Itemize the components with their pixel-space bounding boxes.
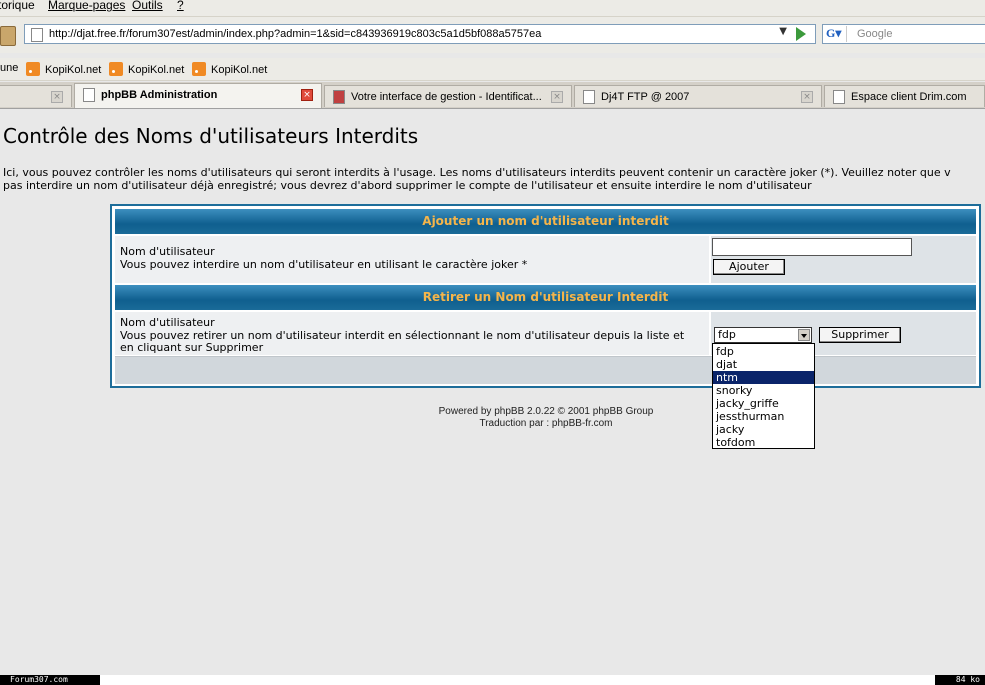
bookmark-label: KopiKol.net	[211, 64, 268, 76]
powered-by: Powered by phpBB 2.0.22 © 2001 phpBB Gro…	[0, 406, 985, 430]
remove-help-text: en cliquant sur Supprimer	[120, 341, 264, 354]
rss-icon	[192, 62, 206, 76]
translation-credit: Traduction par : phpBB-fr.com	[479, 418, 613, 429]
address-bar[interactable]: http://djat.free.fr/forum307est/admin/in…	[24, 24, 816, 44]
username-label: Nom d'utilisateur	[120, 245, 215, 258]
rss-icon	[26, 62, 40, 76]
close-icon[interactable]: ×	[51, 91, 63, 103]
close-icon[interactable]: ×	[301, 89, 313, 101]
page-icon	[31, 28, 43, 42]
menu-item-history[interactable]: torique	[0, 0, 35, 12]
status-bar: Forum307.com 84 ko	[0, 675, 985, 685]
menu-item-bookmarks[interactable]: Marque-pages	[48, 0, 125, 12]
disallow-username-input[interactable]	[712, 238, 912, 256]
home-icon[interactable]	[0, 26, 16, 46]
disallowed-username-select[interactable]: fdp	[714, 327, 812, 343]
username-dropdown-list: fdp djat ntm snorky jacky_griffe jessthu…	[712, 343, 815, 449]
go-button[interactable]	[794, 26, 808, 42]
intro-line: pas interdire un nom d'utilisateur déjà …	[3, 179, 812, 192]
page-icon	[83, 88, 95, 102]
bookmark-kopikol-3[interactable]: KopiKol.net	[192, 62, 267, 76]
add-section-header: Ajouter un nom d'utilisateur interdit	[115, 209, 976, 234]
chevron-down-icon[interactable]: ▼	[779, 26, 787, 37]
google-icon[interactable]: G▾	[826, 26, 847, 42]
username-label: Nom d'utilisateur	[120, 316, 215, 329]
form-footer-row	[115, 356, 976, 384]
status-size: 84 ko	[935, 675, 985, 685]
page-title: Contrôle des Noms d'utilisateurs Interdi…	[3, 124, 419, 148]
dropdown-option[interactable]: tofdom	[713, 436, 814, 449]
close-icon[interactable]: ×	[801, 91, 813, 103]
bookmark-une[interactable]: une	[0, 62, 18, 74]
dropdown-option[interactable]: djat	[713, 358, 814, 371]
chevron-down-icon[interactable]	[798, 329, 810, 341]
page-content: Contrôle des Noms d'utilisateurs Interdi…	[0, 110, 985, 675]
close-icon[interactable]: ×	[551, 91, 563, 103]
bookmark-kopikol-2[interactable]: KopiKol.net	[109, 62, 184, 76]
bookmark-label: KopiKol.net	[128, 64, 185, 76]
tab-phpbb-administration[interactable]: phpBB Administration ×	[74, 83, 322, 108]
page-intro: Ici, vous pouvez contrôler les noms d'ut…	[3, 166, 985, 192]
tab-espace-client[interactable]: Espace client Drim.com	[824, 85, 985, 107]
menu-item-tools[interactable]: Outils	[132, 0, 163, 12]
add-button[interactable]: Ajouter	[713, 259, 785, 275]
dropdown-option[interactable]: jacky_griffe	[713, 397, 814, 410]
search-placeholder: Google	[857, 28, 893, 40]
intro-line: Ici, vous pouvez contrôler les noms d'ut…	[3, 166, 951, 179]
menu-bar: torique Marque-pages Outils ?	[0, 0, 985, 17]
url-text: http://djat.free.fr/forum307est/admin/in…	[49, 28, 542, 40]
tab-bar: × phpBB Administration × Votre interface…	[0, 82, 985, 109]
disallow-form-table: Ajouter un nom d'utilisateur interdit No…	[110, 204, 981, 388]
tab-label: Espace client Drim.com	[851, 91, 967, 103]
tab-interface-gestion[interactable]: Votre interface de gestion - Identificat…	[324, 85, 572, 107]
menu-item-help[interactable]: ?	[177, 0, 184, 12]
navigation-toolbar: http://djat.free.fr/forum307est/admin/in…	[0, 17, 985, 53]
rss-icon	[109, 62, 123, 76]
status-text: Forum307.com	[0, 675, 100, 685]
page-icon	[583, 90, 595, 104]
tab-dj4t-ftp[interactable]: Dj4T FTP @ 2007 ×	[574, 85, 822, 107]
bookmarks-toolbar: une KopiKol.net KopiKol.net KopiKol.net	[0, 58, 985, 81]
add-help-text: Vous pouvez interdire un nom d'utilisate…	[120, 257, 528, 271]
bookmark-kopikol-1[interactable]: KopiKol.net	[26, 62, 101, 76]
page-icon	[333, 90, 345, 104]
tab-label: Votre interface de gestion - Identificat…	[351, 91, 542, 103]
tab-label: phpBB Administration	[101, 89, 218, 101]
tab-label: Dj4T FTP @ 2007	[601, 91, 690, 103]
bookmark-label: KopiKol.net	[45, 64, 102, 76]
powered-text: Powered by phpBB 2.0.22 © 2001 phpBB Gro…	[438, 406, 654, 417]
add-username-label-cell: Nom d'utilisateur Vous pouvez interdire …	[115, 236, 709, 283]
dropdown-option[interactable]: snorky	[713, 384, 814, 397]
dropdown-option-highlighted[interactable]: ntm	[713, 371, 814, 384]
dropdown-option[interactable]: fdp	[713, 345, 814, 358]
remove-section-header: Retirer un Nom d'utilisateur Interdit	[115, 285, 976, 310]
remove-username-label-cell: Nom d'utilisateur Vous pouvez retirer un…	[115, 312, 709, 355]
select-value: fdp	[718, 328, 736, 341]
dropdown-option[interactable]: jessthurman	[713, 410, 814, 423]
search-input[interactable]: G▾ Google	[822, 24, 985, 44]
page-icon	[833, 90, 845, 104]
delete-button[interactable]: Supprimer	[819, 327, 901, 343]
dropdown-option[interactable]: jacky	[713, 423, 814, 436]
tab-previous[interactable]: ×	[0, 85, 72, 107]
